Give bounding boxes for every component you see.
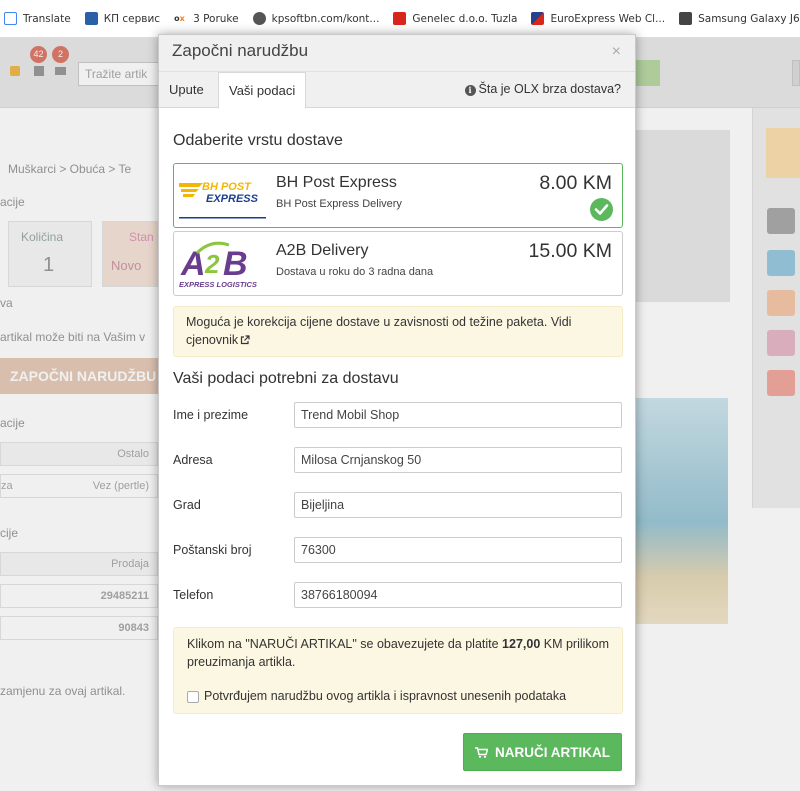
olx-icon: ox	[174, 12, 188, 25]
order-item-button[interactable]: NARUČI ARTIKAL	[463, 733, 622, 771]
svg-text:B: B	[223, 245, 248, 283]
bookmark-genelec[interactable]: Genelec d.o.o. Tuzla	[393, 12, 517, 25]
confirm-checkbox[interactable]	[187, 691, 199, 703]
bookmark-samsung[interactable]: Samsung Galaxy J6...	[679, 12, 800, 25]
globe-icon	[252, 12, 266, 25]
payment-confirmation-box: Klikom na "NARUČI ARTIKAL" se obavezujet…	[173, 627, 623, 714]
delivery-section-title: Odaberite vrstu dostave	[173, 132, 343, 149]
kp-icon	[84, 12, 98, 25]
modal-tabs: Upute Vaši podaci i Šta je OLX brza dosta…	[159, 72, 635, 109]
external-link-icon	[241, 335, 250, 345]
cart-icon	[475, 746, 488, 758]
postal-code-label: Poštanski broj	[173, 543, 252, 557]
svg-text:EXPRESS LOGISTICS: EXPRESS LOGISTICS	[179, 280, 257, 289]
payment-notice: Klikom na "NARUČI ARTIKAL" se obavezujet…	[187, 637, 610, 669]
modal-header: Započni narudžbu ×	[159, 35, 635, 72]
address-field[interactable]	[294, 447, 622, 473]
svg-text:BH POST: BH POST	[202, 181, 252, 193]
delivery-option-a2b[interactable]: A 2 B EXPRESS LOGISTICS A2B Delivery Dos…	[173, 231, 623, 296]
info-icon: i	[464, 85, 476, 96]
genelec-icon	[393, 12, 407, 25]
option-price: 15.00 KM	[528, 240, 612, 262]
samsung-icon	[679, 12, 693, 25]
svg-text:EXPRESS: EXPRESS	[206, 193, 259, 205]
bh-post-express-logo: BH POST EXPRESS	[177, 167, 268, 225]
svg-text:2: 2	[204, 249, 220, 279]
a2b-delivery-logo: A 2 B EXPRESS LOGISTICS	[177, 235, 268, 293]
name-field[interactable]	[294, 402, 622, 428]
check-icon	[590, 198, 613, 221]
translate-icon	[4, 12, 17, 25]
city-field[interactable]	[294, 492, 622, 518]
option-subtitle: Dostava u roku do 3 radna dana	[276, 266, 434, 278]
bookmark-translate[interactable]: Translate	[4, 12, 71, 25]
phone-field[interactable]	[294, 582, 622, 608]
address-label: Adresa	[173, 453, 213, 467]
payment-amount: 127,00	[502, 637, 541, 651]
close-icon[interactable]: ×	[612, 43, 621, 61]
bookmarks-bar: Translate КП сервис ox 3 Poruke kpsoftbn.…	[0, 0, 800, 38]
option-name: A2B Delivery	[276, 242, 369, 259]
tab-vasi-podaci[interactable]: Vaši podaci	[218, 72, 307, 109]
tab-upute[interactable]: Upute	[159, 72, 214, 108]
city-label: Grad	[173, 498, 201, 512]
option-subtitle: BH Post Express Delivery	[276, 198, 402, 210]
order-modal: Započni narudžbu × Upute Vaši podaci i Št…	[158, 34, 636, 786]
name-label: Ime i prezime	[173, 408, 249, 422]
confirm-checkbox-label[interactable]: Potvrđujem narudžbu ovog artikla i ispra…	[204, 689, 566, 703]
euroexpress-icon	[531, 12, 545, 25]
bookmark-olx-poruke[interactable]: ox 3 Poruke	[174, 12, 239, 25]
olx-delivery-info-link[interactable]: i Šta je OLX brza dostava?	[464, 82, 621, 96]
bookmark-kp-servis[interactable]: КП сервис	[84, 12, 160, 25]
postal-code-field[interactable]	[294, 537, 622, 563]
bookmark-kpsoftbn[interactable]: kpsoftbn.com/kont...	[252, 12, 379, 25]
delivery-price-note: Moguća je korekcija cijene dostave u zav…	[173, 306, 623, 357]
bookmark-euroexpress[interactable]: EuroExpress Web Cl...	[531, 12, 665, 25]
modal-title: Započni narudžbu	[172, 41, 309, 60]
option-name: BH Post Express	[276, 174, 397, 191]
delivery-option-bh-post[interactable]: BH POST EXPRESS BH Post Express BH Post …	[173, 163, 623, 228]
phone-label: Telefon	[173, 588, 214, 602]
option-price: 8.00 KM	[539, 172, 612, 194]
form-section-title: Vaši podaci potrebni za dostavu	[173, 370, 399, 387]
